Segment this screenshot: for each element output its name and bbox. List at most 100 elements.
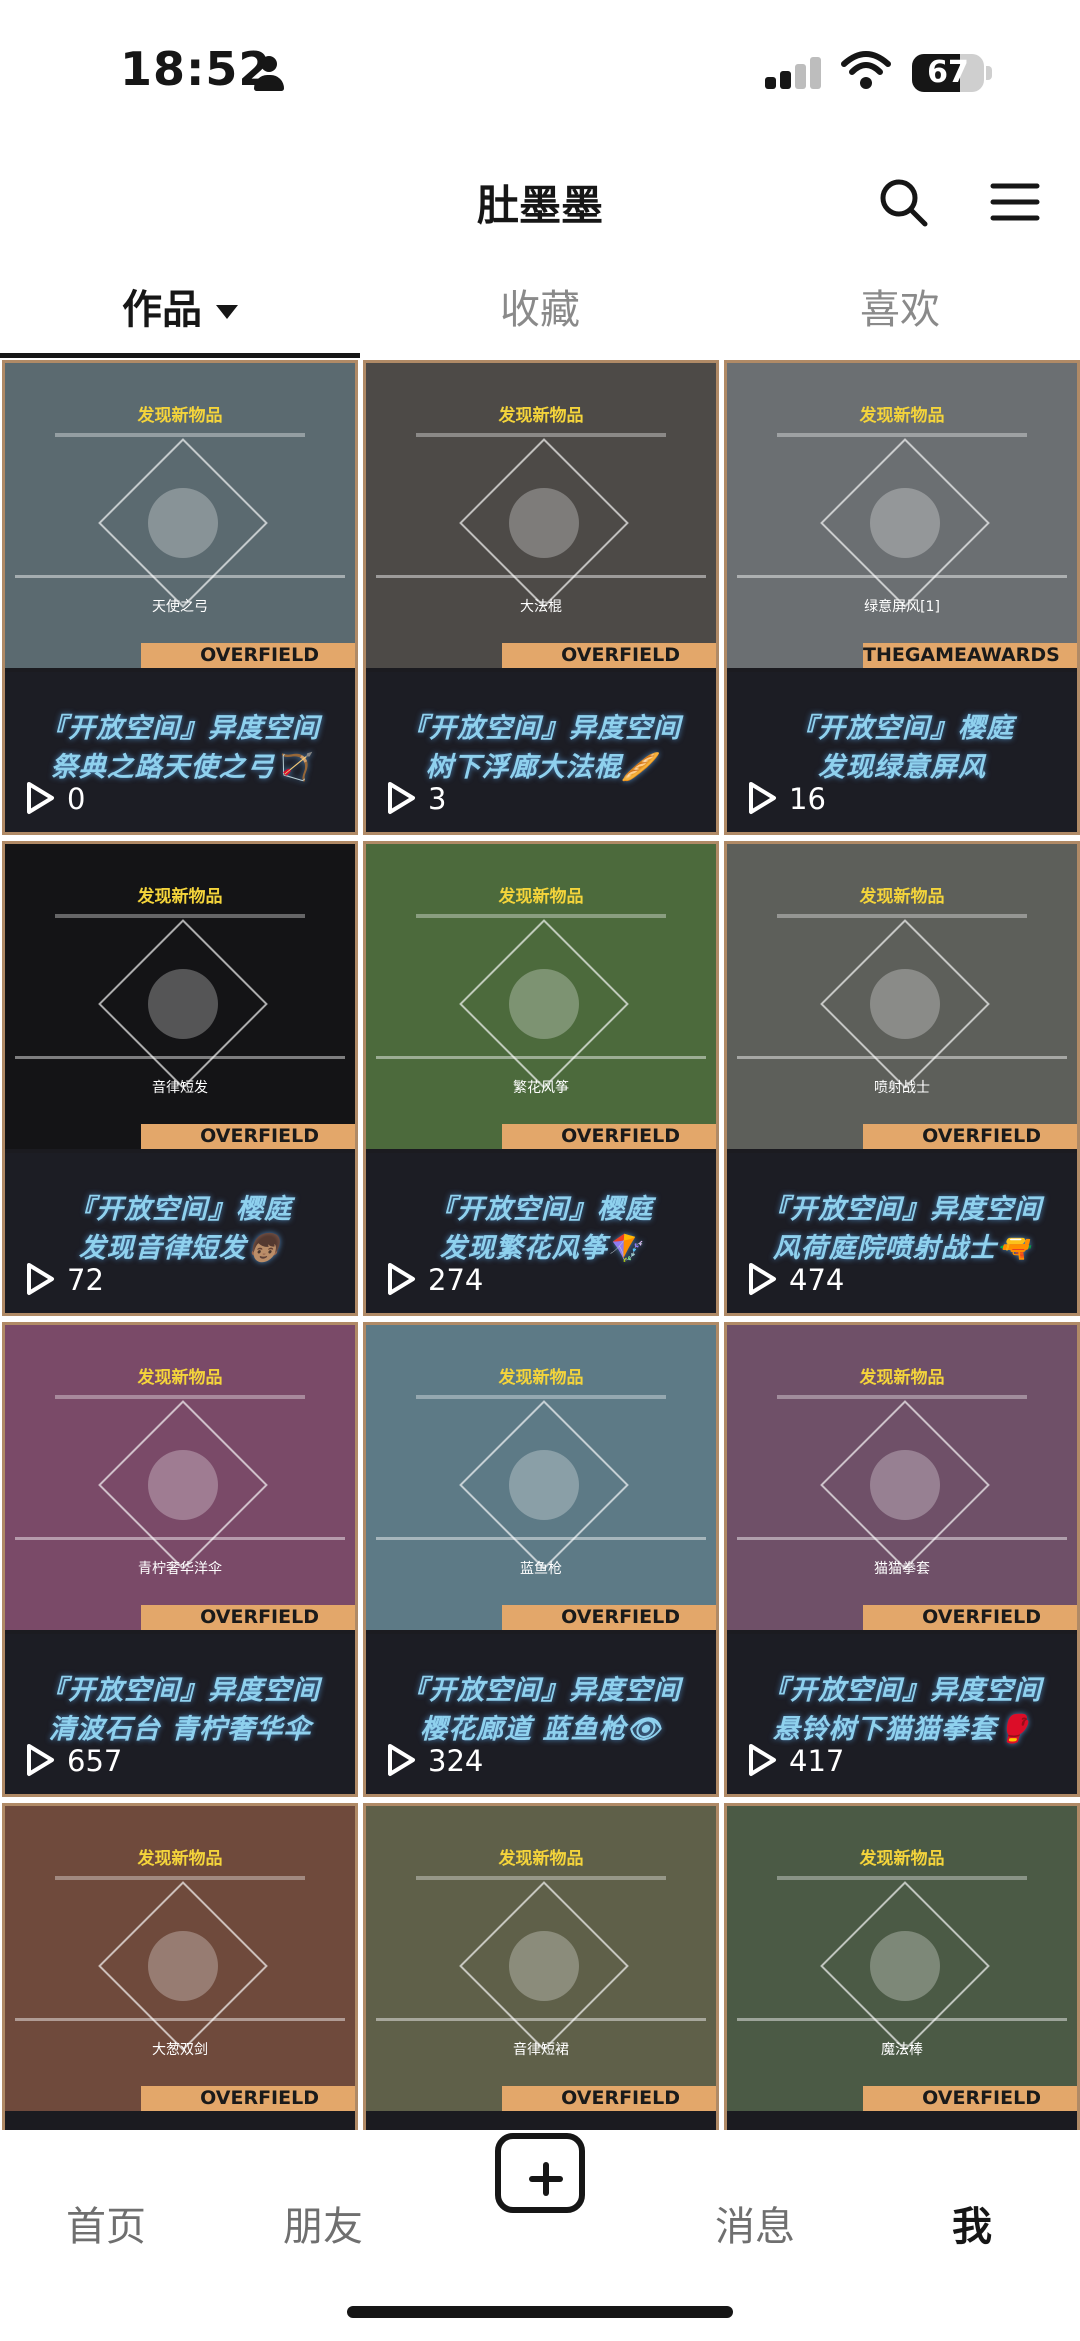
item-name: 绿意屏风[1] — [864, 599, 940, 615]
subtitle-bar — [55, 1876, 305, 1880]
caption-line-2: 樱花廊道 蓝鱼枪👁 — [420, 1714, 662, 1745]
video-card[interactable]: 发现新物品 音律短发 OVERFIELD 『开放空间』樱庭 发现音律短发👦🏽 72 — [2, 841, 358, 1316]
status-bar: 18:52 67 — [0, 0, 1080, 140]
video-card[interactable]: 发现新物品 大法棍 OVERFIELD 『开放空间』异度空间 树下浮廊大法棍🥖 3 — [363, 360, 719, 835]
item-description-bar — [15, 1056, 345, 1059]
nav-messages[interactable]: 消息 — [680, 2194, 830, 2252]
video-card[interactable]: 发现新物品魔法棒 OVERFIELD — [724, 1803, 1080, 2130]
item-name: 大法棍 — [520, 599, 562, 615]
search-icon[interactable] — [873, 172, 933, 232]
tab-works[interactable]: 作品 — [0, 270, 360, 360]
status-time: 18:52 — [120, 42, 272, 96]
brand-banner: OVERFIELD — [502, 643, 716, 668]
caption-line-2: 清波石台 青柠奢华伞 — [48, 1714, 312, 1745]
caption-line-2: 发现绿意屏风 — [818, 752, 986, 783]
item-description-bar — [15, 575, 345, 578]
wifi-icon — [841, 51, 891, 89]
found-new-item-label: 发现新物品 — [859, 1368, 945, 1388]
create-post-button[interactable] — [495, 2133, 585, 2213]
item-name: 繁花风筝 — [513, 1080, 569, 1096]
brand-label: OVERFIELD — [561, 644, 680, 666]
play-icon — [388, 1744, 415, 1776]
menu-icon[interactable] — [985, 172, 1045, 232]
caption-line-1: 『开放空间』异度空间 — [762, 1675, 1042, 1706]
item-icon — [148, 1450, 218, 1520]
view-count: 0 — [67, 782, 86, 816]
found-new-item-label: 发现新物品 — [498, 406, 584, 426]
video-grid: 发现新物品 天使之弓 OVERFIELD 『开放空间』异度空间 祭典之路天使之弓🏹 0 发现… — [0, 360, 1080, 2130]
found-new-item-label: 发现新物品 — [498, 887, 584, 907]
brand-banner: OVERFIELD — [141, 643, 355, 668]
subtitle-bar — [416, 1395, 666, 1399]
item-description-bar — [15, 2018, 345, 2021]
view-count: 324 — [428, 1744, 484, 1778]
cellular-signal-icon — [765, 57, 823, 89]
item-icon — [148, 1931, 218, 2001]
person-icon — [252, 56, 286, 92]
brand-banner: OVERFIELD — [863, 2086, 1077, 2111]
caption-line-1: 『开放空间』樱庭 — [68, 1194, 292, 1225]
found-new-item-label: 发现新物品 — [859, 406, 945, 426]
caption-line-1: 『开放空间』异度空间 — [40, 1675, 320, 1706]
tab-indicator — [0, 353, 360, 358]
found-new-item-label: 发现新物品 — [498, 1849, 584, 1869]
tab-likes[interactable]: 喜欢 — [720, 270, 1080, 360]
subtitle-bar — [55, 914, 305, 918]
item-name: 猫猫拳套 — [874, 1561, 930, 1577]
item-icon — [509, 1931, 579, 2001]
view-count: 3 — [428, 782, 447, 816]
tab-works-label: 作品 — [122, 287, 202, 333]
brand-label: OVERFIELD — [922, 1606, 1041, 1628]
found-new-item-label: 发现新物品 — [498, 1368, 584, 1388]
item-description-bar — [737, 2018, 1067, 2021]
battery-icon: 67 — [912, 54, 984, 92]
video-card[interactable]: 发现新物品 喷射战士 OVERFIELD 『开放空间』异度空间 风荷庭院喷射战士🔫 474 — [724, 841, 1080, 1316]
nav-home[interactable]: 首页 — [31, 2194, 181, 2252]
nav-friends[interactable]: 朋友 — [248, 2194, 398, 2252]
video-card[interactable]: 发现新物品 大葱双剑 OVERFIELD — [2, 1803, 358, 2130]
item-description-bar — [15, 1537, 345, 1540]
battery-level: 67 — [927, 55, 969, 90]
tab-favorites[interactable]: 收藏 — [360, 270, 720, 360]
brand-label: OVERFIELD — [922, 2087, 1041, 2109]
caption-line-2: 发现繁花风筝🪁 — [439, 1233, 643, 1264]
nav-me[interactable]: 我 — [897, 2194, 1047, 2252]
brand-banner: OVERFIELD — [502, 1124, 716, 1149]
subtitle-bar — [416, 1876, 666, 1880]
subtitle-bar — [777, 914, 1027, 918]
item-name: 蓝鱼枪 — [520, 1561, 562, 1577]
brand-label: OVERFIELD — [561, 1606, 680, 1628]
item-icon — [870, 488, 940, 558]
brand-banner: OVERFIELD — [502, 2086, 716, 2111]
found-new-item-label: 发现新物品 — [137, 1849, 223, 1869]
video-card[interactable]: 发现新物品 猫猫拳套 OVERFIELD 『开放空间』异度空间 悬铃树下猫猫拳套🥊 417 — [724, 1322, 1080, 1797]
found-new-item-label: 发现新物品 — [859, 1849, 945, 1869]
item-description-bar — [376, 2018, 706, 2021]
subtitle-bar — [416, 914, 666, 918]
brand-label: THEGAMEAWARDS — [863, 644, 1060, 666]
plus-icon — [495, 2133, 585, 2213]
video-card[interactable]: 发现新物品 绿意屏风[1] THEGAMEAWARDS 『开放空间』樱庭 发现绿意屏风 1… — [724, 360, 1080, 835]
item-name: 喷射战士 — [874, 1080, 930, 1096]
video-card[interactable]: 发现新物品 天使之弓 OVERFIELD 『开放空间』异度空间 祭典之路天使之弓🏹 0 — [2, 360, 358, 835]
found-new-item-label: 发现新物品 — [137, 406, 223, 426]
item-icon — [509, 488, 579, 558]
video-card[interactable]: 发现新物品 繁花风筝 OVERFIELD 『开放空间』樱庭 发现繁花风筝🪁 274 — [363, 841, 719, 1316]
brand-label: OVERFIELD — [561, 2087, 680, 2109]
play-icon — [749, 1263, 776, 1295]
video-card[interactable]: 发现新物品 青柠奢华洋伞 OVERFIELD 『开放空间』异度空间 清波石台 青柠奢华伞… — [2, 1322, 358, 1797]
video-card[interactable]: 发现新物品 音律短裙 OVERFIELD — [363, 1803, 719, 2130]
item-icon — [870, 969, 940, 1039]
brand-banner: OVERFIELD — [863, 1605, 1077, 1630]
caret-down-icon[interactable] — [216, 305, 238, 319]
item-name: 魔法棒 — [881, 2042, 923, 2058]
brand-label: OVERFIELD — [922, 1125, 1041, 1147]
video-card[interactable]: 发现新物品 蓝鱼枪 OVERFIELD 『开放空间』异度空间 樱花廊道 蓝鱼枪👁 324 — [363, 1322, 719, 1797]
item-name: 音律短发 — [152, 1080, 208, 1096]
caption-line-2: 风荷庭院喷射战士🔫 — [772, 1233, 1032, 1264]
brand-banner: OVERFIELD — [502, 1605, 716, 1630]
play-icon — [749, 782, 776, 814]
play-icon — [27, 782, 54, 814]
found-new-item-label: 发现新物品 — [137, 887, 223, 907]
item-description-bar — [376, 575, 706, 578]
